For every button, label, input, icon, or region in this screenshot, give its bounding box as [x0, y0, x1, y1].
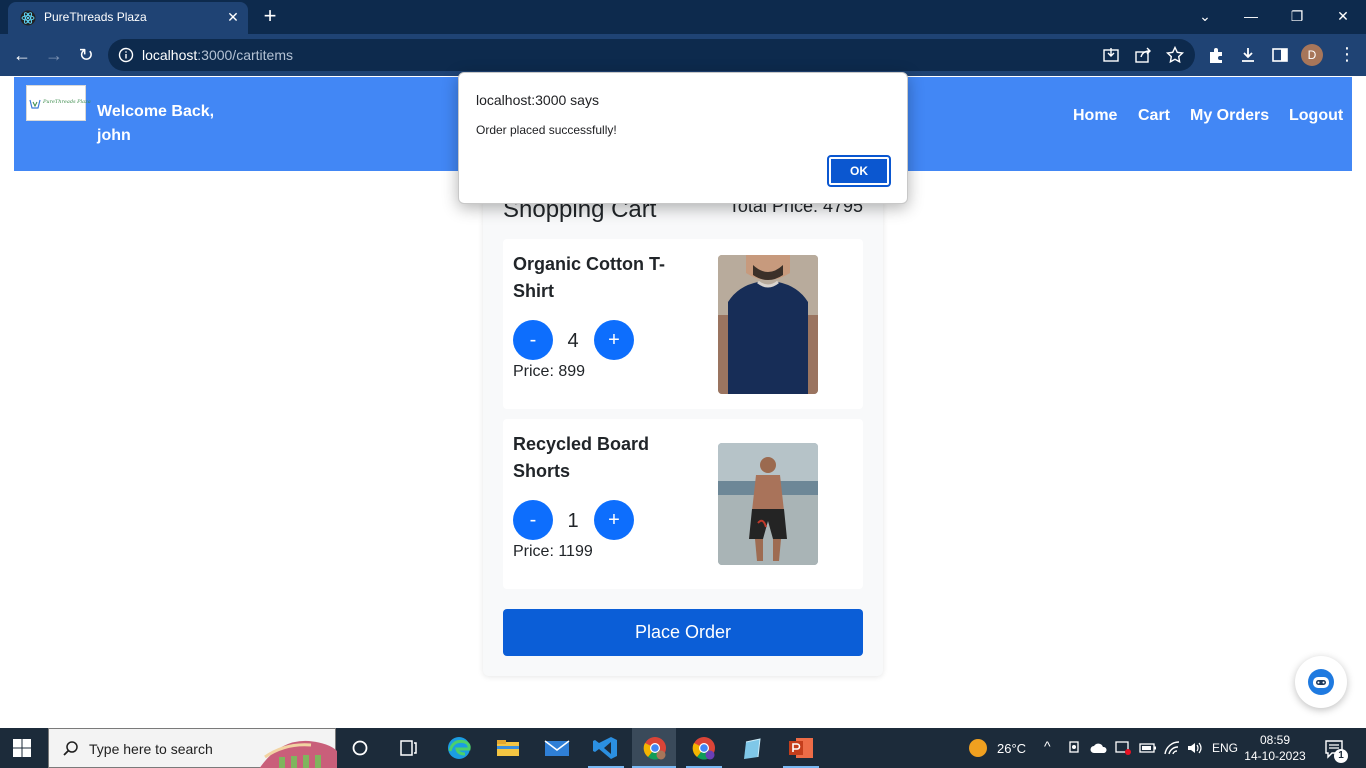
react-favicon-icon — [20, 10, 36, 26]
reload-icon[interactable]: ↻ — [74, 43, 98, 67]
nav-logout[interactable]: Logout — [1289, 107, 1343, 125]
side-panel-icon[interactable] — [1270, 45, 1290, 65]
restore-icon[interactable]: ❐ — [1274, 0, 1320, 32]
search-placeholder: Type here to search — [89, 741, 213, 757]
item-price: Price: 1199 — [513, 543, 593, 560]
search-highlight-illustration — [259, 740, 337, 768]
cart-item: Recycled Board Shorts - 1 + Price: 1199 — [503, 419, 863, 589]
vscode-icon[interactable] — [591, 734, 621, 762]
item-quantity: 1 — [567, 510, 579, 532]
chatbot-icon — [1308, 669, 1334, 695]
tab-title: PureThreads Plaza — [44, 10, 147, 24]
chatbot-button[interactable] — [1295, 656, 1347, 708]
weather-temperature[interactable]: 26°C — [997, 741, 1026, 756]
increase-qty-button[interactable]: + — [594, 320, 634, 360]
close-window-icon[interactable]: ✕ — [1320, 0, 1366, 32]
tshirt-product-image — [718, 255, 818, 394]
item-price: Price: 899 — [513, 363, 586, 380]
address-bar[interactable]: localhost:3000/cartitems — [108, 39, 1195, 71]
notification-count-badge: 1 — [1334, 749, 1348, 763]
browser-title-bar: PureThreads Plaza ✕ + ⌄ — ❐ ✕ — [0, 0, 1366, 34]
mail-icon[interactable] — [542, 734, 572, 762]
browser-tab[interactable]: PureThreads Plaza ✕ — [8, 2, 248, 34]
nav-home[interactable]: Home — [1073, 107, 1117, 125]
tab-search-chevron-icon[interactable]: ⌄ — [1182, 0, 1228, 32]
downloads-icon[interactable] — [1238, 45, 1258, 65]
decrease-qty-button[interactable]: - — [513, 320, 553, 360]
site-info-icon[interactable] — [118, 47, 134, 63]
hanger-logo-icon — [29, 99, 41, 109]
dialog-ok-button[interactable]: OK — [827, 155, 891, 187]
taskbar-search-box[interactable]: Type here to search — [48, 728, 337, 768]
security-alert-icon[interactable] — [1114, 740, 1132, 756]
chrome-icon[interactable] — [640, 734, 670, 762]
chrome-profile-icon[interactable] — [689, 734, 719, 762]
welcome-message: Welcome Back, john — [97, 103, 215, 144]
url-text: localhost:3000/cartitems — [142, 47, 293, 63]
item-quantity: 4 — [567, 330, 579, 352]
nav-cart[interactable]: Cart — [1138, 107, 1170, 125]
place-order-button[interactable]: Place Order — [503, 609, 863, 656]
clock-time: 08:59 — [1259, 733, 1291, 747]
site-logo[interactable]: PureThreads Plaza — [26, 85, 91, 121]
task-view-icon[interactable] — [393, 734, 423, 762]
language-indicator[interactable]: ENG — [1212, 741, 1238, 755]
item-name: Recycled Board Shorts — [513, 434, 650, 481]
logo-text: PureThreads Plaza — [43, 99, 91, 105]
edge-browser-icon[interactable] — [444, 734, 474, 762]
minimize-icon[interactable]: — — [1228, 0, 1274, 32]
more-menu-icon[interactable]: ⋮ — [1338, 43, 1356, 67]
cart-item: Organic Cotton T-Shirt - 4 + Price: 899 — [503, 239, 863, 409]
dialog-message: Order placed successfully! — [476, 123, 617, 137]
wifi-icon[interactable] — [1163, 740, 1181, 756]
alert-dialog: localhost:3000 says Order placed success… — [458, 72, 908, 204]
weather-sun-icon[interactable] — [968, 738, 988, 758]
bookmark-star-icon[interactable] — [1165, 45, 1185, 65]
clock-date: 14-10-2023 — [1244, 749, 1306, 763]
item-name: Organic Cotton T-Shirt — [513, 254, 665, 301]
share-icon[interactable] — [1133, 45, 1153, 65]
extensions-puzzle-icon[interactable] — [1206, 45, 1226, 65]
install-app-icon[interactable] — [1101, 45, 1121, 65]
shopping-cart-card: Shopping Cart Total Price: 4795 Organic … — [483, 184, 883, 676]
windows-start-icon[interactable] — [12, 738, 32, 758]
forward-icon[interactable]: → — [42, 43, 66, 67]
onedrive-cloud-icon[interactable] — [1090, 741, 1108, 755]
meet-now-icon[interactable] — [1068, 740, 1082, 756]
tab-close-icon[interactable]: ✕ — [224, 8, 242, 26]
back-icon[interactable]: ← — [10, 43, 34, 67]
app-cube-icon[interactable] — [738, 734, 768, 762]
tray-overflow-chevron-icon[interactable]: ^ — [1044, 738, 1051, 754]
dialog-title: localhost:3000 says — [476, 92, 599, 108]
increase-qty-button[interactable]: + — [594, 500, 634, 540]
new-tab-icon[interactable]: + — [258, 5, 282, 29]
volume-icon[interactable] — [1186, 740, 1204, 756]
board-shorts-product-image — [718, 443, 818, 565]
nav-my-orders[interactable]: My Orders — [1190, 107, 1269, 125]
profile-avatar[interactable]: D — [1301, 44, 1323, 66]
decrease-qty-button[interactable]: - — [513, 500, 553, 540]
taskbar-clock[interactable]: 08:59 14-10-2023 — [1240, 732, 1310, 764]
powerpoint-icon[interactable] — [786, 734, 816, 762]
cortana-icon[interactable] — [345, 734, 375, 762]
file-explorer-icon[interactable] — [493, 734, 523, 762]
browser-toolbar: ← → ↻ localhost:3000/cartitems D ⋮ — [0, 34, 1366, 76]
battery-icon[interactable] — [1139, 742, 1157, 754]
windows-taskbar: Type here to search 26°C ^ ENG 08:59 14-… — [0, 728, 1366, 768]
search-icon — [63, 741, 78, 756]
